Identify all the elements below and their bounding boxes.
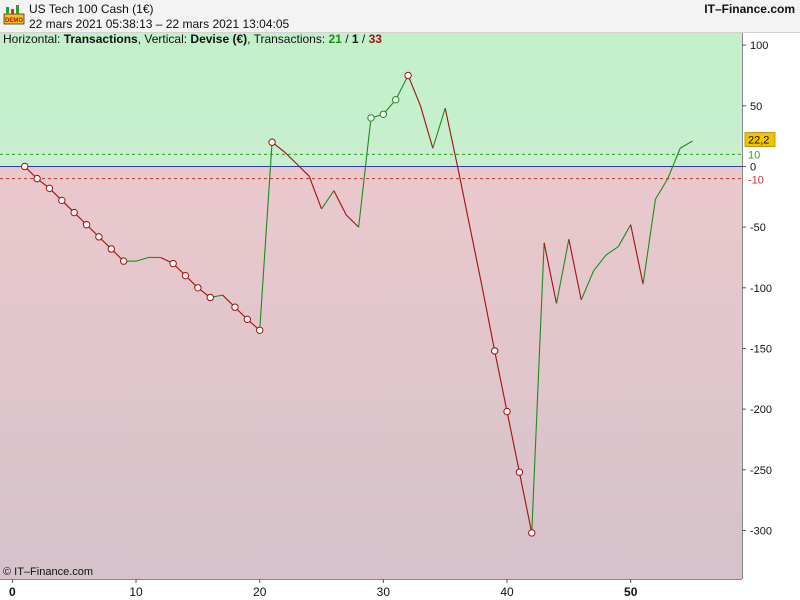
neutral-count: 1 [351,32,359,46]
transactions-prefix: , Transactions: [247,32,329,46]
y-tick-label: -100 [750,283,772,295]
data-point [70,208,78,217]
data-point [21,162,29,171]
y-tick-label: -200 [750,404,772,416]
data-point [268,138,276,146]
data-point [379,110,388,118]
data-point [243,315,252,324]
y-tick-label: -50 [750,222,766,234]
chart-info-line: Horizontal: Transactions, Vertical: Devi… [3,32,382,46]
x-tick-label: 0 [9,585,16,599]
data-point [194,284,202,292]
data-point [107,245,116,253]
lower-threshold-label: -10 [748,175,764,187]
x-tick-label: 40 [500,585,514,599]
data-point [181,271,190,280]
y-tick-label: -150 [750,343,772,355]
y-tick-label: -250 [750,465,772,477]
vertical-prefix: , Vertical: [137,32,191,46]
data-point [58,196,66,205]
equity-chart: 100500-50-100-150-200-250-30010-1022,20 1… [0,33,800,599]
data-point [82,221,91,229]
data-point [45,184,54,193]
y-tick-label: 50 [750,101,762,113]
data-point [231,303,239,311]
upper-threshold-label: 10 [748,149,760,161]
separator: / [341,32,352,46]
data-point [95,233,103,241]
winning-count: 21 [328,32,342,46]
y-axis-area [742,33,800,579]
current-value-label: 22,2 [748,135,769,147]
horizontal-value: Transactions [63,32,138,46]
data-point [367,114,375,122]
loss-zone [0,166,742,579]
data-point [256,326,264,334]
x-tick-label: 10 [129,585,143,599]
data-point [169,259,177,268]
y-tick-label: 0 [750,161,756,173]
data-point [206,293,214,302]
y-tick-label: -300 [750,525,772,537]
data-point [392,96,400,104]
data-point [33,174,41,183]
data-point [515,468,524,476]
profit-zone [0,33,742,167]
copyright: © IT–Finance.com [3,566,94,578]
separator: / [358,32,369,46]
y-tick-label: 100 [750,40,768,52]
horizontal-prefix: Horizontal: [3,32,64,46]
x-tick-label: 30 [377,585,391,599]
vertical-value: Devise (€) [190,32,248,46]
data-point [528,529,536,537]
data-point [490,347,499,355]
x-tick-label: 50 [624,585,638,599]
x-tick-label: 20 [253,585,267,599]
data-point [404,71,412,80]
data-point [119,257,128,265]
losing-count: 33 [368,32,382,46]
data-point [503,407,511,416]
